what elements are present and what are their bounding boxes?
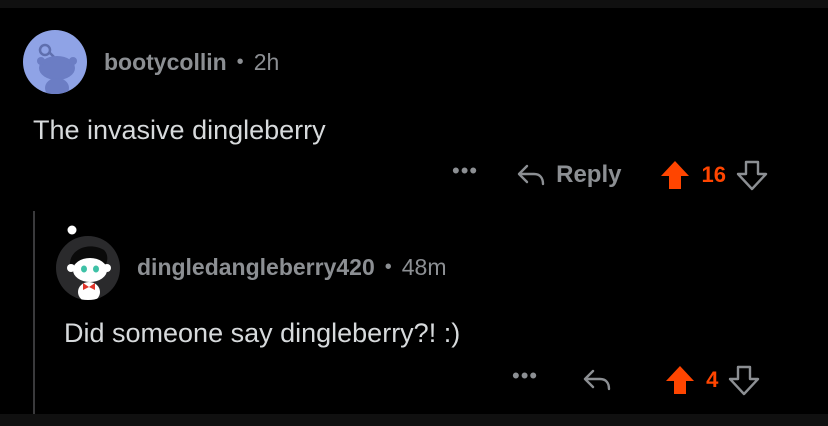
avatar[interactable]	[23, 30, 87, 94]
downvote-arrow-icon[interactable]	[736, 159, 768, 191]
thread-line[interactable]	[33, 211, 35, 414]
comment-meta: bootycollin • 2h	[104, 49, 279, 76]
upvote-arrow-icon[interactable]	[659, 159, 691, 191]
comment-meta: dingledangleberry420 • 48m	[137, 254, 447, 281]
upvote-arrow-icon[interactable]	[664, 364, 696, 396]
comment-age: 2h	[253, 49, 280, 75]
vote-controls: 4	[664, 364, 760, 396]
comment-age: 48m	[401, 254, 447, 280]
bottom-divider	[0, 414, 828, 426]
downvote-arrow-icon[interactable]	[728, 364, 760, 396]
reply-button[interactable]: Reply	[516, 161, 621, 189]
comment-actions: ••• Reply 16	[452, 155, 768, 195]
reply-arrow-icon	[583, 369, 611, 391]
username[interactable]: bootycollin	[104, 49, 227, 76]
reply-button[interactable]	[582, 368, 612, 392]
meta-separator: •	[384, 256, 392, 278]
comment-thread: bootycollin • 2h The invasive dingleberr…	[0, 0, 828, 426]
reply-arrow-icon	[517, 164, 545, 186]
reply-label: Reply	[556, 161, 622, 188]
username[interactable]: dingledangleberry420	[137, 254, 375, 281]
meta-separator: •	[236, 51, 244, 73]
more-options-icon[interactable]: •••	[452, 160, 478, 182]
snoo-avatar-icon	[67, 246, 111, 300]
snoo-avatar-icon	[37, 43, 77, 94]
more-options-icon[interactable]: •••	[512, 365, 538, 387]
comment-body: The invasive dingleberry	[33, 115, 326, 145]
avatar[interactable]	[56, 236, 120, 300]
vote-score: 4	[706, 367, 719, 392]
top-divider	[0, 0, 828, 8]
antenna-icon	[67, 225, 77, 235]
vote-controls: 16	[659, 159, 768, 191]
vote-score: 16	[701, 162, 726, 187]
comment-actions: ••• 4	[512, 360, 760, 400]
comment-body: Did someone say dingleberry?! :)	[64, 318, 461, 348]
